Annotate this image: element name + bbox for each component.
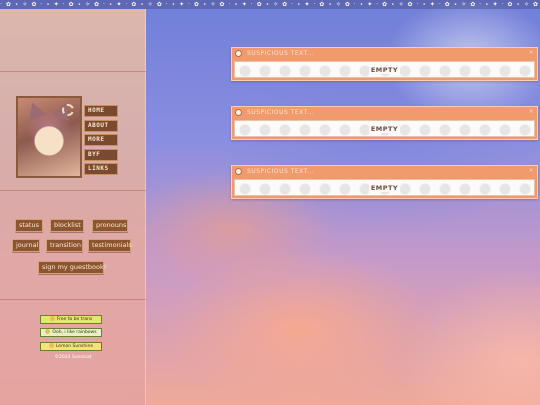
sidebar: HOME ABOUT MORE BYF LINKS status blockli… xyxy=(0,9,146,405)
post-widget: SUSPICIOUS TEXT... × EMPTY xyxy=(231,106,538,140)
close-icon[interactable]: × xyxy=(528,109,534,115)
widget-title: SUSPICIOUS TEXT... xyxy=(247,168,315,175)
empty-label: EMPTY xyxy=(368,183,401,192)
empty-label: EMPTY xyxy=(368,124,401,133)
widget-header: SUSPICIOUS TEXT... × xyxy=(232,107,537,119)
post-widget: SUSPICIOUS TEXT... × EMPTY xyxy=(231,47,538,81)
avatar xyxy=(16,96,82,178)
link-transition[interactable]: transition xyxy=(46,239,83,252)
link-pronouns[interactable]: pronouns xyxy=(92,219,128,232)
stamp-rainbows: Ooh, i like rainbows xyxy=(40,328,102,337)
stamp-text: Ooh, i like rainbows xyxy=(52,330,97,335)
lemon-icon xyxy=(48,343,54,348)
empty-label: EMPTY xyxy=(368,65,401,74)
user-icon xyxy=(235,50,242,57)
widget-title: SUSPICIOUS TEXT... xyxy=(247,109,315,116)
stamp-text: Lemon Sunshine xyxy=(55,344,94,349)
sidebar-nav: HOME ABOUT MORE BYF LINKS xyxy=(84,105,118,178)
link-guestbook[interactable]: sign my guestbook! xyxy=(38,261,106,274)
flower-icon xyxy=(49,316,55,321)
nav-links[interactable]: LINKS xyxy=(84,163,118,176)
divider xyxy=(0,71,146,72)
decorative-star-strip: · ✿ ⋆ ✧ ✿ · ⋆ ✦ · ✿ ⋆ ✧ ✿ · ⋆ ✦ · ✿ ⋆ ✧ … xyxy=(0,0,540,9)
avatar-ear xyxy=(23,99,47,121)
widget-body: EMPTY xyxy=(234,61,535,78)
divider xyxy=(0,299,146,300)
divider xyxy=(0,190,146,191)
stamp-lemon-sunshine: Lemon Sunshine xyxy=(40,342,102,351)
smiley-icon xyxy=(45,329,51,334)
link-status[interactable]: status xyxy=(15,219,43,232)
widget-header: SUSPICIOUS TEXT... × xyxy=(232,166,537,178)
widget-body: EMPTY xyxy=(234,120,535,137)
link-testimonials[interactable]: testimonials xyxy=(88,239,132,252)
flower-icon xyxy=(62,104,74,116)
user-icon xyxy=(235,168,242,175)
post-widget: SUSPICIOUS TEXT... × EMPTY xyxy=(231,165,538,199)
link-journal[interactable]: journal xyxy=(12,239,40,252)
link-blocklist[interactable]: blocklist xyxy=(50,219,84,232)
nav-about[interactable]: ABOUT xyxy=(84,119,118,132)
widget-header: SUSPICIOUS TEXT... × xyxy=(232,48,537,60)
nav-home[interactable]: HOME xyxy=(84,105,118,117)
nav-more[interactable]: MORE xyxy=(84,134,118,147)
copyright: ©2024 Sunnicat xyxy=(54,355,92,360)
stamp-text: Free to be trans xyxy=(56,317,93,322)
user-icon xyxy=(235,109,242,116)
stamp-free-to-be-trans: Free to be trans xyxy=(40,315,102,324)
widget-body: EMPTY xyxy=(234,179,535,196)
close-icon[interactable]: × xyxy=(528,168,534,174)
widget-title: SUSPICIOUS TEXT... xyxy=(247,50,315,57)
nav-byf[interactable]: BYF xyxy=(84,148,118,161)
close-icon[interactable]: × xyxy=(528,50,534,56)
